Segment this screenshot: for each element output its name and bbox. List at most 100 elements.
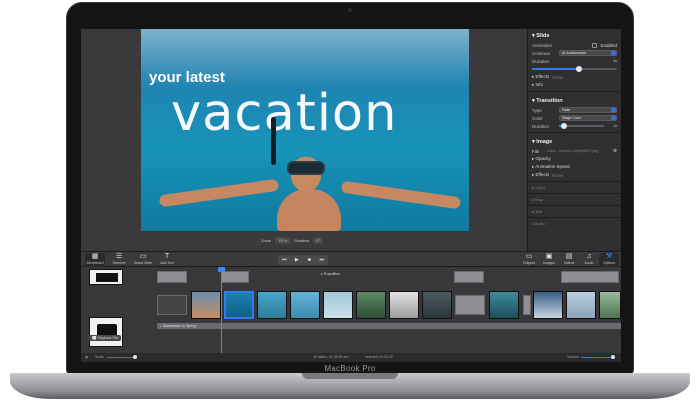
soundtrack-track[interactable]: ♪ Soundtrack ‘In Spring’ (157, 323, 621, 329)
timeline-block[interactable] (157, 295, 187, 315)
slide-duration-slider-row (528, 65, 621, 73)
timeline-icon: ☰ (115, 253, 123, 260)
color-row: Color Stage Color (528, 114, 621, 122)
image-section-title[interactable]: ▾ Image (528, 135, 621, 147)
timeline-block[interactable] (561, 271, 619, 283)
slider-knob[interactable] (560, 123, 567, 129)
transition-duration-slider[interactable] (559, 123, 604, 129)
videos-button[interactable]: ▤ Videos (559, 253, 579, 267)
slide-thumbnail[interactable] (599, 291, 621, 319)
gear-icon[interactable]: ⚙ (613, 148, 617, 154)
slider-knob[interactable] (611, 355, 615, 359)
slide-thumbnail[interactable] (422, 291, 452, 319)
wrench-icon: ⚒ (605, 253, 613, 260)
stop-button[interactable]: ■ (303, 255, 316, 265)
laptop-base (10, 373, 690, 399)
rotation-value[interactable]: 0° (313, 236, 324, 244)
volume-slider[interactable] (581, 355, 615, 359)
scale-slider[interactable] (107, 355, 137, 359)
storyboard-icon: ▦ (91, 253, 99, 260)
playhead[interactable] (218, 267, 225, 353)
add-text-button[interactable]: T Add Text (157, 253, 177, 267)
type-select[interactable]: Fade (559, 107, 617, 113)
clapper-icon (96, 273, 118, 282)
expedition-marker[interactable]: ▸ Expedition (321, 272, 340, 276)
timeline-block[interactable] (523, 295, 531, 315)
slide-thumbnail[interactable] (356, 291, 386, 319)
images-button[interactable]: ▣ Images (539, 253, 559, 267)
sidebar-toggle-icon[interactable]: ◉ (85, 355, 88, 359)
slide-thumbnail[interactable] (323, 291, 353, 319)
status-bar: ◉ Scale 46 slides, 01:38:95 sec selected… (81, 353, 621, 362)
slide-thumbnail-selected[interactable] (224, 291, 254, 319)
slides-info: 46 slides, 01:38:95 sec (313, 355, 349, 359)
timeline-button[interactable]: ☰ Timeline (109, 253, 129, 267)
transition-duration-row: Duration 1s (532, 123, 617, 129)
options-button[interactable]: ⚒ Options (599, 253, 619, 267)
previous-button[interactable]: ⏮ (278, 255, 291, 265)
animation-row: Animation Enabled (532, 42, 617, 48)
color-select[interactable]: Stage Color (559, 115, 617, 121)
zoom-value[interactable]: 75 % (275, 236, 291, 244)
section-video[interactable]: ▸ Video (528, 184, 621, 191)
rotation-label: Rotation (294, 237, 310, 243)
slider-knob[interactable] (133, 355, 137, 359)
opacity-row[interactable]: ▸ Opacity (528, 155, 621, 163)
playback-file-label[interactable]: ⬜ Playback File (89, 335, 122, 341)
slide-preview[interactable]: your latest vacation (141, 29, 469, 231)
selected-info: selected 01:42:43 (365, 355, 393, 359)
file-name: Guide - Snorkel-135gi96b2f7f.jpeg (547, 149, 599, 153)
play-button[interactable]: ▶ (290, 255, 303, 265)
timeline: ▸ Expedition ♪ Soundtrack ‘In Spring’ ⬜ … (81, 267, 621, 353)
slide-thumbnail[interactable] (566, 291, 596, 319)
section-text[interactable]: ▸ Text (528, 208, 621, 215)
slider-knob[interactable] (575, 66, 582, 72)
title-slide-thumb[interactable] (89, 317, 123, 347)
info-row[interactable]: ▸ Info (528, 81, 621, 89)
canvas-zoom-controls: Zoom 75 % Rotation 0° (261, 233, 361, 247)
clapper-thumb[interactable] (89, 269, 123, 285)
continue-row: Continue At Audiomarker (528, 49, 621, 57)
slide-thumbnail[interactable] (533, 291, 563, 319)
hinge-notch (302, 373, 398, 379)
slide-icon: ▭ (139, 253, 147, 260)
timeline-block[interactable] (454, 271, 484, 283)
outputs-button[interactable]: ▭ Outputs (519, 253, 539, 267)
slide-thumbnail[interactable] (489, 291, 519, 319)
slide-section-title[interactable]: ▾ Slide (528, 29, 621, 41)
transport-controls: ⏮ ▶ ■ ⏭ (278, 255, 328, 265)
storyboard-button[interactable]: ▦ Storyboard (85, 253, 105, 267)
enabled-checkbox[interactable] (592, 42, 598, 48)
continue-select[interactable]: At Audiomarker (559, 50, 617, 56)
audio-button[interactable]: ♫ Audio (579, 253, 599, 267)
section-audio[interactable]: ▸ Audio (528, 220, 621, 227)
diver-arm-left (158, 178, 280, 208)
slide-strip (149, 291, 621, 321)
stand-slide-button[interactable]: ▭ Stand Slide (133, 253, 153, 267)
transition-section-title[interactable]: ▾ Transition (528, 94, 621, 106)
text-icon: T (164, 253, 170, 260)
camera-icon (348, 8, 352, 12)
diver-body (277, 189, 341, 231)
slide-duration-slider[interactable] (532, 66, 617, 72)
animation-speed-row[interactable]: ▸ Animation Speed (528, 163, 621, 171)
diving-mask (287, 161, 325, 175)
timeline-block[interactable] (221, 271, 249, 283)
slide-thumbnail[interactable] (389, 291, 419, 319)
slide-thumbnail[interactable] (257, 291, 287, 319)
brand-label: MacBook Pro (324, 364, 376, 373)
diver-arm-right (340, 180, 462, 210)
timeline-block[interactable] (455, 295, 485, 315)
slide-thumbnail[interactable] (191, 291, 221, 319)
slide-headline[interactable]: vacation (171, 84, 397, 143)
image-effects-row[interactable]: ▸ Effects None (528, 171, 621, 179)
next-button[interactable]: ⏭ (315, 255, 328, 265)
zoom-label: Zoom (261, 237, 272, 243)
slide-thumbnail[interactable] (290, 291, 320, 319)
section-map[interactable]: ▸ Map (528, 196, 621, 203)
slide-duration-row: Duration 4s (532, 58, 617, 64)
type-row: Type Fade (528, 106, 621, 114)
slide-canvas-area: your latest vacation Zoom 75 % Rotation … (81, 29, 527, 251)
timeline-block[interactable] (157, 271, 187, 283)
slide-effects-row[interactable]: ▸ Effects None (528, 73, 621, 81)
